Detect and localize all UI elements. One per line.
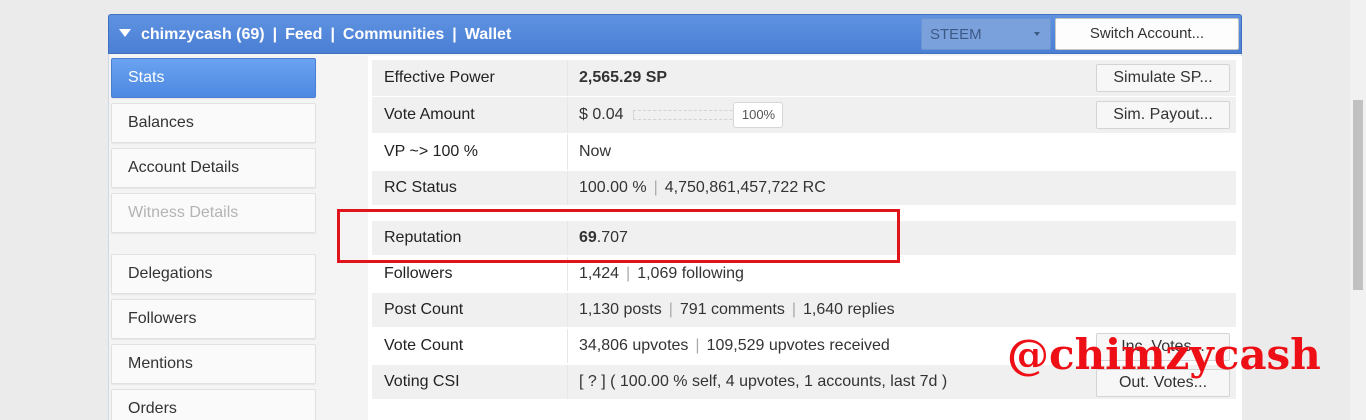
row-label: Post Count: [384, 301, 464, 318]
row-value: 100.00 % | 4,750,861,457,722 RC: [567, 171, 1236, 205]
row-label: VP ~> 100 %: [384, 143, 478, 160]
account-link[interactable]: chimzycash (69): [141, 26, 265, 43]
sidebar-item-balances[interactable]: Balances: [111, 103, 316, 143]
top-bar: chimzycash (69) | Feed | Communities | Wallet …: [108, 14, 1242, 54]
select-arrow-icon: [1034, 32, 1040, 36]
stats-row-rc-status: RC Status 100.00 % | 4,750,861,457,722 RC: [372, 171, 1236, 205]
rc-amount: 4,750,861,457,722 RC: [664, 179, 826, 196]
comments-count: 791 comments: [679, 301, 785, 318]
chain-select[interactable]: STEEM: [921, 18, 1051, 50]
sidebar-item-mentions[interactable]: Mentions: [111, 344, 316, 384]
followers-count: 1,424: [579, 265, 620, 282]
sidebar-item-orders[interactable]: Orders: [111, 389, 316, 420]
stats-row-post-count: Post Count 1,130 posts | 791 comments | 1,64…: [372, 293, 1236, 327]
nav-communities[interactable]: Communities: [343, 26, 444, 43]
nav-separator: |: [272, 26, 278, 43]
vote-weight-slider[interactable]: 100%: [633, 102, 784, 128]
sim-payout-button[interactable]: Sim. Payout...: [1096, 101, 1230, 129]
row-label: Vote Amount: [384, 106, 475, 123]
sidebar-item-followers[interactable]: Followers: [111, 299, 316, 339]
sidebar-item-stats[interactable]: Stats: [111, 58, 316, 98]
value-separator: |: [791, 301, 796, 318]
value-separator: |: [695, 337, 700, 354]
nav-wallet[interactable]: Wallet: [465, 26, 512, 43]
chain-select-value: STEEM: [930, 26, 982, 43]
value-separator: |: [653, 179, 658, 196]
row-label: Voting CSI: [384, 373, 460, 390]
replies-count: 1,640 replies: [802, 301, 895, 318]
page-scrollbar[interactable]: [1350, 0, 1366, 420]
following-count: 1,069 following: [637, 265, 744, 282]
nav-separator: |: [330, 26, 335, 43]
nav-separator: |: [452, 26, 457, 43]
vote-amount-value: $ 0.04: [579, 106, 624, 123]
top-nav: chimzycash (69) | Feed | Communities | Wallet: [141, 26, 511, 44]
sidebar-item-delegations[interactable]: Delegations: [111, 254, 316, 294]
scrollbar-thumb[interactable]: [1353, 100, 1363, 290]
row-label: RC Status: [384, 179, 457, 196]
switch-account-button[interactable]: Switch Account...: [1055, 18, 1239, 50]
stats-row-effective-power: Effective Power 2,565.29 SP Simulate SP.…: [372, 60, 1236, 96]
row-value: 1,130 posts | 791 comments | 1,640 replies: [567, 293, 1236, 327]
simulate-sp-button[interactable]: Simulate SP...: [1096, 64, 1230, 92]
stats-row-vp: VP ~> 100 % Now: [372, 134, 1236, 170]
sidebar-item-account-details[interactable]: Account Details: [111, 148, 316, 188]
value-separator: |: [626, 265, 631, 282]
watermark-text: @chimzycash: [1007, 330, 1321, 379]
posts-count: 1,130 posts: [579, 301, 662, 318]
nav-feed[interactable]: Feed: [285, 26, 322, 43]
stats-row-vote-amount: Vote Amount $ 0.04 100% Sim. Payout...: [372, 97, 1236, 133]
row-label: Effective Power: [384, 69, 495, 86]
reputation-highlight-box: [337, 209, 900, 263]
upvotes-received: 109,529 upvotes received: [706, 337, 890, 354]
collapse-caret-icon[interactable]: [119, 29, 131, 37]
vote-weight-slider-handle[interactable]: 100%: [733, 102, 784, 128]
sidebar-item-witness-details: Witness Details: [111, 193, 316, 233]
rc-percent: 100.00 %: [579, 179, 647, 196]
upvotes-count: 34,806 upvotes: [579, 337, 689, 354]
value-separator: |: [668, 301, 673, 318]
row-label: Vote Count: [384, 337, 464, 354]
effective-power-value: 2,565.29 SP: [579, 69, 668, 86]
row-value: Now: [567, 134, 1236, 170]
